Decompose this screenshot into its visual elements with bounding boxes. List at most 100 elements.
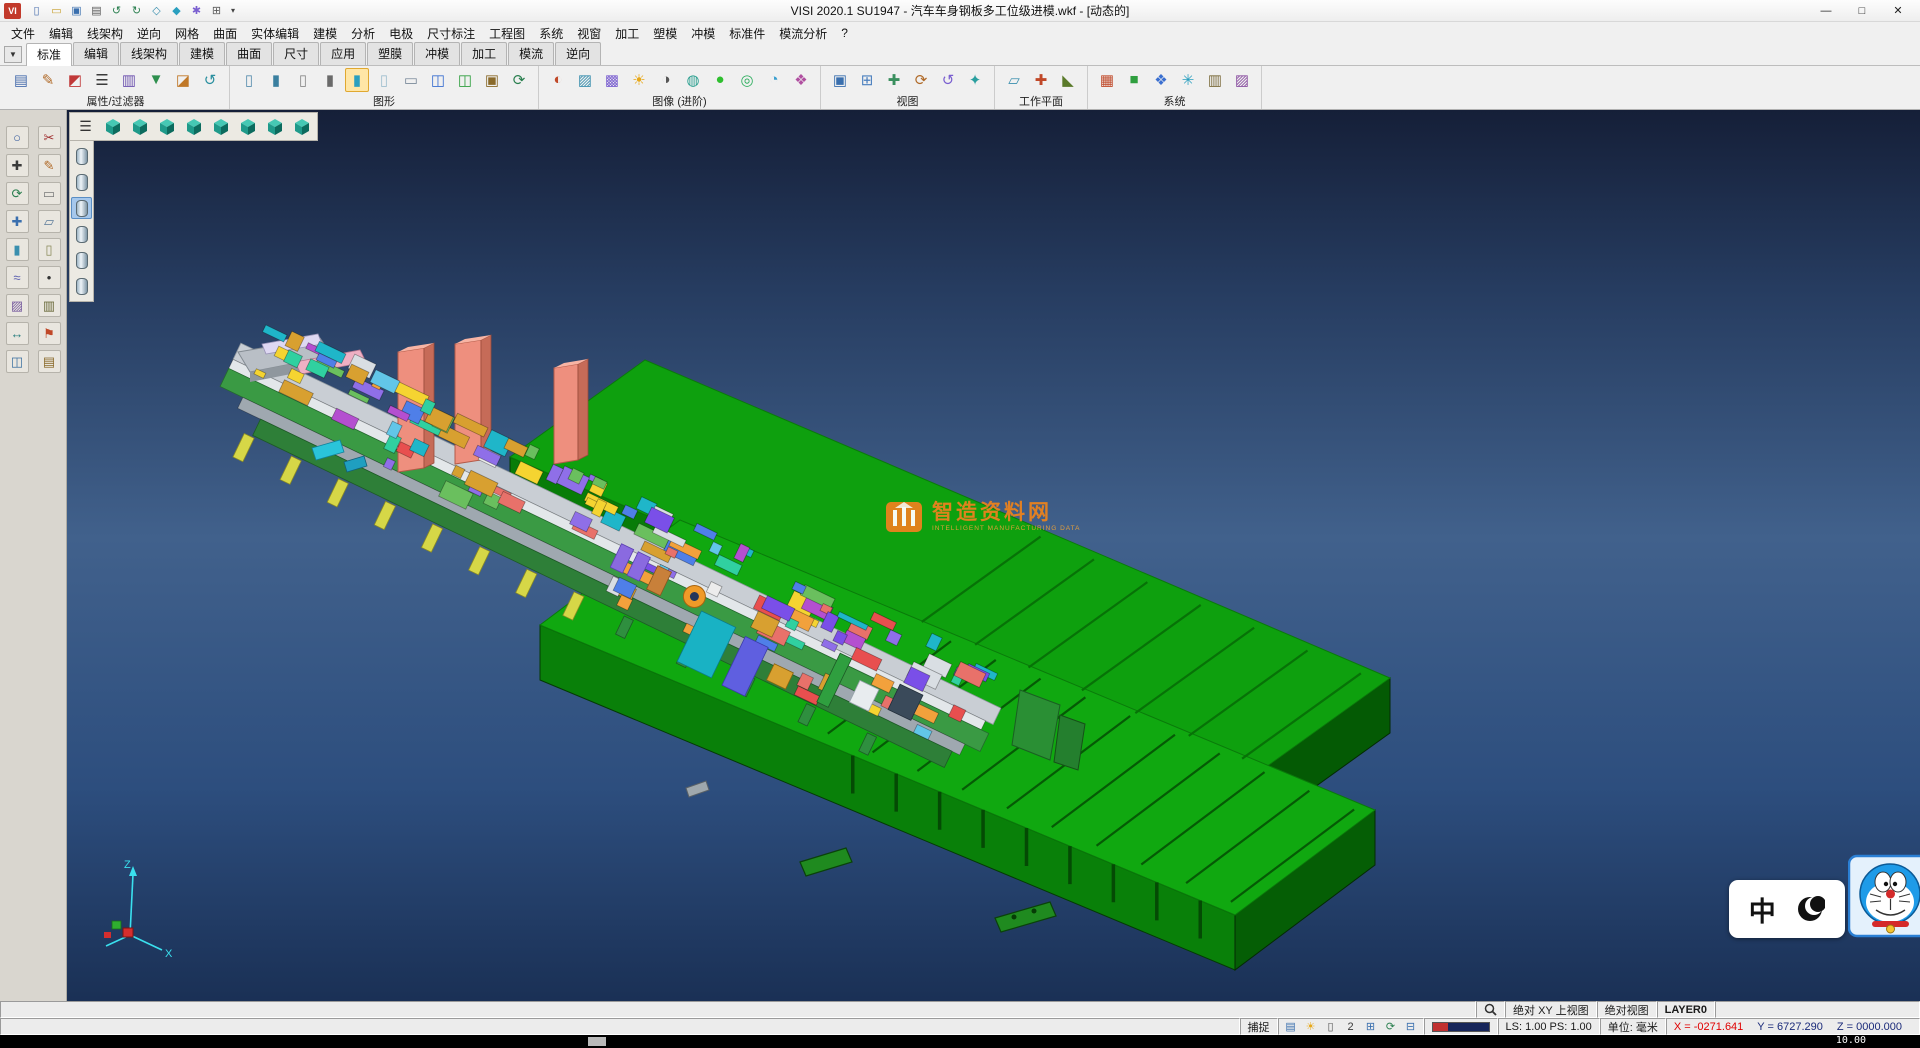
left-view-icon[interactable] (208, 115, 233, 138)
snap-point-icon[interactable]: ✚ (6, 154, 29, 177)
erase-icon[interactable]: ▭ (38, 182, 61, 205)
front-view-icon[interactable] (154, 115, 179, 138)
maximize-button[interactable]: □ (1844, 1, 1880, 21)
render-settings-icon[interactable]: ◐ (546, 68, 570, 92)
snap-settings-icon[interactable]: ■ (1122, 68, 1146, 92)
ribbon-tab-1[interactable]: 编辑 (73, 42, 119, 65)
shadow-icon[interactable]: ◑ (654, 68, 678, 92)
menu-item-1[interactable]: 编辑 (42, 23, 80, 44)
status-doc-icon[interactable]: ▤ (1282, 1020, 1300, 1033)
color-attr-icon[interactable]: ◩ (63, 68, 87, 92)
wireframe-view-icon[interactable]: ▯ (237, 68, 261, 92)
status-refresh-icon[interactable]: ⟳ (1382, 1020, 1400, 1033)
pan-icon[interactable]: ✚ (882, 68, 906, 92)
command-bar[interactable]: 10.00 (0, 1035, 1920, 1048)
workplane-origin-icon[interactable]: ✚ (1029, 68, 1053, 92)
light-icon[interactable]: ☀ (627, 68, 651, 92)
menu-item-7[interactable]: 建模 (306, 23, 344, 44)
view-clip-icon-2[interactable] (71, 171, 92, 193)
hatch-system-icon[interactable]: ▨ (1230, 68, 1254, 92)
units-cell[interactable]: 单位: 毫米 (1600, 1018, 1666, 1035)
menu-item-9[interactable]: 电极 (382, 23, 420, 44)
ribbon-tab-8[interactable]: 冲模 (414, 42, 460, 65)
sketch-icon[interactable]: ✎ (38, 154, 61, 177)
zoom-window-icon[interactable]: ⊞ (855, 68, 879, 92)
menu-item-3[interactable]: 逆向 (130, 23, 168, 44)
cylinder-tool-icon[interactable]: ▮ (6, 238, 29, 261)
bottom-view-icon[interactable] (262, 115, 287, 138)
hatch-tool-icon[interactable]: ▨ (6, 294, 29, 317)
menu-item-19[interactable]: ? (834, 24, 855, 42)
close-button[interactable]: ✕ (1880, 1, 1916, 21)
view-mode-cell[interactable]: 绝对 XY 上视图 (1505, 1001, 1597, 1018)
menu-item-8[interactable]: 分析 (344, 23, 382, 44)
menu-item-10[interactable]: 尺寸标注 (420, 23, 482, 44)
selection-filter-icon[interactable]: ◪ (171, 68, 195, 92)
menu-item-0[interactable]: 文件 (4, 23, 42, 44)
back-view-icon[interactable] (235, 115, 260, 138)
ribbon-tab-5[interactable]: 尺寸 (273, 42, 319, 65)
save-icon[interactable]: ▣ (67, 2, 86, 19)
clone-icon[interactable]: ◫ (6, 350, 29, 373)
database-green-icon[interactable]: ◫ (453, 68, 477, 92)
layers-tool-icon[interactable]: ▥ (38, 294, 61, 317)
3d-viewport[interactable]: ZX ☰ 智造资料网 INTELLIGENT MANUFACTURING DAT… (67, 110, 1920, 1001)
texture-icon[interactable]: ▩ (600, 68, 624, 92)
view-cube-quick-icon[interactable]: ◆ (167, 2, 186, 19)
tab-dropdown-button[interactable]: ▼ (4, 46, 22, 63)
status-layout-icon[interactable]: ⊟ (1402, 1020, 1420, 1033)
grid-quick-icon[interactable]: ⊞ (207, 2, 226, 19)
top-view-icon[interactable] (127, 115, 152, 138)
view-clip-icon-4[interactable] (71, 223, 92, 245)
active-layer-cell[interactable]: LAYER0 (1657, 1001, 1715, 1018)
ribbon-tab-9[interactable]: 加工 (461, 42, 507, 65)
draft-view-icon[interactable]: ▭ (399, 68, 423, 92)
redraw-icon[interactable]: ✦ (963, 68, 987, 92)
menu-item-5[interactable]: 曲面 (206, 23, 244, 44)
snowflake-icon[interactable]: ✳ (1176, 68, 1200, 92)
view-menu-icon[interactable]: ☰ (73, 115, 98, 138)
new-file-icon[interactable]: ▯ (27, 2, 46, 19)
view-reference-cell[interactable]: 绝对视图 (1597, 1001, 1657, 1018)
layer-manager-icon[interactable]: ▥ (117, 68, 141, 92)
attributes-brush-icon[interactable]: ✎ (36, 68, 60, 92)
material-icon[interactable]: ▨ (573, 68, 597, 92)
minimize-button[interactable]: — (1808, 1, 1844, 21)
undo-icon[interactable]: ↺ (107, 2, 126, 19)
settings-quick-icon[interactable]: ✱ (187, 2, 206, 19)
filter-icon[interactable]: ▼ (144, 68, 168, 92)
menu-item-6[interactable]: 实体编辑 (244, 23, 306, 44)
print-icon[interactable]: ▤ (87, 2, 106, 19)
ribbon-tab-7[interactable]: 塑膜 (367, 42, 413, 65)
sphere-render-icon[interactable]: ● (708, 68, 732, 92)
ribbon-tab-11[interactable]: 逆向 (555, 42, 601, 65)
paste-icon[interactable]: ▤ (38, 350, 61, 373)
zoom-select-icon[interactable]: ○ (6, 126, 29, 149)
ribbon-tab-0[interactable]: 标准 (26, 43, 72, 66)
view-clip-icon-3[interactable] (71, 197, 92, 219)
curve-icon[interactable]: ≈ (6, 266, 29, 289)
ribbon-tab-2[interactable]: 线架构 (120, 42, 178, 65)
database-blue-icon[interactable]: ◫ (426, 68, 450, 92)
environment-icon[interactable]: ◍ (681, 68, 705, 92)
line-type-icon[interactable]: ☰ (90, 68, 114, 92)
ghost-view-icon[interactable]: ▯ (372, 68, 396, 92)
workplane-quick-icon[interactable]: ◇ (147, 2, 166, 19)
reset-filter-icon[interactable]: ↺ (198, 68, 222, 92)
circle-render-icon[interactable]: ◎ (735, 68, 759, 92)
view-clip-icon-5[interactable] (71, 249, 92, 271)
workplane-icon[interactable]: ▱ (1002, 68, 1026, 92)
iso-view-icon[interactable] (100, 115, 125, 138)
flag-icon[interactable]: ⚑ (38, 322, 61, 345)
snap-toggle-cell[interactable]: 捕捉 (1240, 1018, 1278, 1035)
menu-item-12[interactable]: 系统 (532, 23, 570, 44)
element-info-icon[interactable]: ▤ (9, 68, 33, 92)
sheet-icon[interactable]: ▯ (38, 238, 61, 261)
ime-moon-icon[interactable] (1795, 894, 1825, 924)
view-clip-icon-6[interactable] (71, 275, 92, 297)
customize-dropdown-icon[interactable]: ▾ (227, 2, 239, 19)
measure-icon[interactable]: ↔ (6, 322, 29, 345)
point-icon[interactable]: • (38, 266, 61, 289)
ribbon-tab-3[interactable]: 建模 (179, 42, 225, 65)
ime-language-bar[interactable]: 中 (1729, 880, 1845, 938)
